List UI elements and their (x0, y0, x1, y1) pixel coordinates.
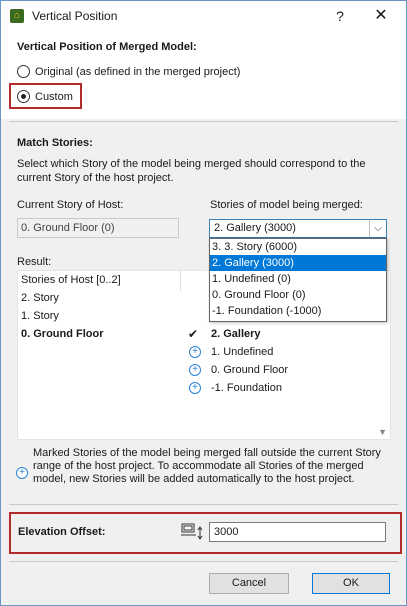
host-story-row: Stories of Host [0..2] (21, 274, 121, 286)
host-story-label: Current Story of Host: (17, 199, 124, 211)
vertical-position-section: Vertical Position of Merged Model: Origi… (1, 31, 406, 119)
merged-story-row: 0. Ground Floor (211, 364, 289, 376)
dialog-title: Vertical Position (32, 9, 118, 23)
dropdown-option[interactable]: 3. 3. Story (6000) (210, 239, 386, 255)
merged-story-label: Stories of model being merged: (210, 199, 363, 211)
elevation-offset-input[interactable]: 3000 (209, 522, 386, 542)
merged-story-dropdown[interactable]: 3. 3. Story (6000) 2. Gallery (3000) 1. … (209, 238, 387, 322)
host-story-row-current: 0. Ground Floor (21, 328, 104, 340)
help-button[interactable]: ? (329, 5, 351, 27)
ok-button[interactable]: OK (312, 573, 390, 594)
dropdown-option[interactable]: -1. Foundation (-1000) (210, 303, 386, 319)
vertical-position-heading: Vertical Position of Merged Model: (17, 41, 197, 53)
merged-story-row: -1. Foundation (211, 382, 282, 394)
match-stories-description: Select which Story of the model being me… (17, 158, 366, 184)
add-story-icon: + (189, 364, 201, 376)
dropdown-option[interactable]: 1. Undefined (0) (210, 271, 386, 287)
result-label: Result: (17, 256, 52, 268)
info-plus-icon: + (16, 467, 28, 479)
title-bar: ⌂ Vertical Position ? ✕ (1, 1, 406, 31)
host-story-row: 2. Story (21, 292, 59, 304)
elevation-offset-label: Elevation Offset: (18, 526, 106, 538)
merged-story-selected-value[interactable]: 2. Gallery (3000) (214, 222, 296, 234)
cancel-button[interactable]: Cancel (209, 573, 289, 594)
host-story-field: 0. Ground Floor (0) (17, 218, 179, 238)
radio-original[interactable]: Original (as defined in the merged proje… (17, 65, 240, 78)
custom-highlight-box (9, 83, 82, 109)
merged-story-row: 2. Gallery (211, 328, 261, 340)
dropdown-option[interactable]: 0. Ground Floor (0) (210, 287, 386, 303)
add-story-icon: + (189, 382, 201, 394)
close-button[interactable]: ✕ (370, 5, 392, 27)
radio-original-label[interactable]: Original (as defined in the merged proje… (35, 66, 240, 78)
section-divider (9, 561, 398, 562)
scroll-down-icon[interactable]: ▼ (378, 427, 387, 437)
host-story-row: 1. Story (21, 310, 59, 322)
section-divider (9, 504, 398, 505)
dialog-window: ⌂ Vertical Position ? ✕ Vertical Positio… (0, 0, 407, 606)
chevron-down-icon[interactable]: ⌵ (369, 220, 386, 237)
add-story-icon: + (189, 346, 201, 358)
column-separator (180, 271, 181, 291)
dropdown-option-selected[interactable]: 2. Gallery (3000) (210, 255, 386, 271)
app-icon: ⌂ (10, 9, 24, 23)
info-message: Marked Stories of the model being merged… (33, 447, 381, 485)
match-stories-heading: Match Stories: (17, 137, 93, 149)
check-icon: ✔ (188, 327, 199, 341)
merged-story-row: 1. Undefined (211, 346, 274, 358)
section-divider (9, 121, 398, 122)
elevation-offset-icon (181, 523, 203, 540)
radio-original-indicator[interactable] (17, 65, 30, 78)
merged-story-select[interactable]: 2. Gallery (3000) ⌵ (209, 219, 387, 238)
